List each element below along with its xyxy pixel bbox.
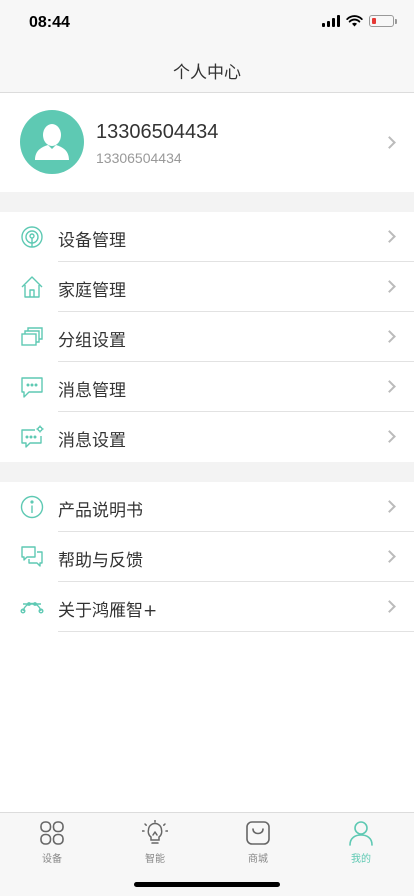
section-gap [0,462,414,482]
section-gap [0,192,414,212]
menu-item-message-management[interactable]: 消息管理 [0,362,414,412]
person-icon [349,821,373,846]
chat-bubble-icon [21,377,43,398]
chevron-right-icon [383,430,396,443]
menu-item-label: 家庭管理 [58,281,126,301]
page-title: 个人中心 [173,62,241,83]
profile-row[interactable]: 13306504434 13306504434 [0,93,414,192]
tab-label: 智能 [145,854,165,865]
profile-phone: 13306504434 [96,150,182,166]
menu-item-device-management[interactable]: 设备管理 [0,212,414,262]
battery-icon [369,15,397,27]
avatar[interactable] [20,110,84,174]
chevron-right-icon [383,380,396,393]
menu-item-product-manual[interactable]: 产品说明书 [0,482,414,532]
chevron-right-icon [383,230,396,243]
menu-item-label: 设备管理 [58,231,126,251]
cellular-signal-icon [322,15,340,27]
menu-item-label: 产品说明书 [58,501,143,521]
wifi-icon [346,15,363,27]
stacked-cards-icon [21,327,43,346]
profile-name: 13306504434 [96,121,219,143]
status-bar: 08:44 [0,0,414,48]
menu-item-label: 消息设置 [58,431,126,451]
divider [58,631,414,632]
chevron-right-icon [383,500,396,513]
info-icon [20,495,44,519]
chat-settings-icon [21,425,44,448]
chevron-right-icon [383,550,396,563]
chevron-right-icon [383,280,396,293]
menu-item-label: 帮助与反馈 [58,551,143,571]
lightbulb-icon [142,820,168,844]
tab-devices[interactable]: 设备 [22,820,82,865]
menu-item-group-settings[interactable]: 分组设置 [0,312,414,362]
tab-mine[interactable]: 我的 [331,820,391,865]
device-signal-icon [21,226,43,248]
tab-label: 商城 [248,854,268,865]
menu-item-label: 关于鸿雁智+ [58,601,158,621]
menu-item-about[interactable]: 关于鸿雁智+ [0,582,414,632]
feedback-icon [21,546,43,567]
tab-label: 设备 [42,854,62,865]
chevron-right-icon [383,136,396,149]
menu-item-family-management[interactable]: 家庭管理 [0,262,414,312]
menu-item-help-feedback[interactable]: 帮助与反馈 [0,532,414,582]
chevron-right-icon [383,330,396,343]
person-silhouette-icon [35,124,69,160]
menu-item-message-settings[interactable]: 消息设置 [0,412,414,462]
status-icons [322,15,397,27]
tab-store[interactable]: 商城 [228,820,288,865]
tab-label: 我的 [351,854,371,865]
grid-icon [40,821,64,845]
curve-nodes-icon [20,602,44,614]
menu-item-label: 消息管理 [58,381,126,401]
chevron-right-icon [383,600,396,613]
nav-header: 个人中心 [0,48,414,93]
home-indicator [134,882,280,887]
home-icon [21,276,43,298]
status-time: 08:44 [29,14,70,31]
shopping-bag-icon [246,821,270,845]
tab-smart[interactable]: 智能 [125,820,185,865]
menu-item-label: 分组设置 [58,331,126,351]
